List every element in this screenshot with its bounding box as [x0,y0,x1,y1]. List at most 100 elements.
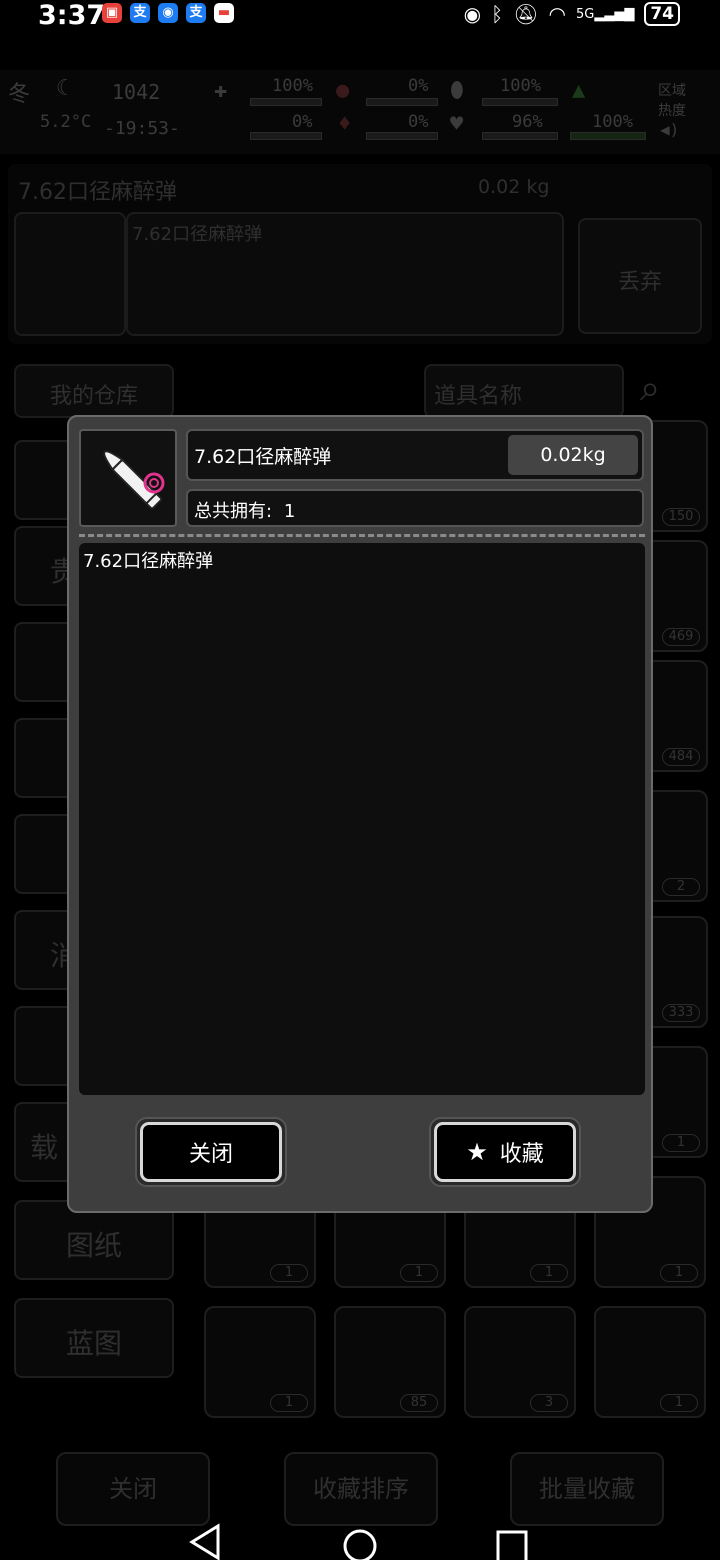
inventory-item[interactable]: 85 [334,1306,446,1418]
inventory-item[interactable]: 3 [464,1306,576,1418]
discard-button[interactable]: 丢弃 [578,218,702,334]
item-weight: 0.02kg [508,435,638,475]
item-count: 1 [270,1394,308,1412]
inventory-item[interactable]: 1 [204,1306,316,1418]
batch-favorite-label: 批量收藏 [539,1475,635,1503]
item-count: 1 [530,1264,568,1282]
status-indicators: ◉ ᛒ 🔕︎ ◠ 5G▂▃▅▇ 74 [464,2,680,26]
alipay-icon: 支 [130,3,150,23]
search-placeholder: 道具名称 [434,384,523,409]
game-hud: 冬 ☾ 5.2°C 1042 -19:53- ✚ 100% 0% ● 0% ♦ … [0,70,720,154]
clock-top: 1042 [112,80,161,104]
item-count: 469 [662,628,700,646]
owned-label: 总共拥有: [194,501,273,522]
thirst-bar [366,132,438,140]
battery-indicator: 74 [644,2,680,26]
back-icon [189,1523,220,1560]
home-icon [343,1529,377,1560]
item-detail-weight: 0.02 kg [478,176,550,198]
pill-icon: ⬮ [450,78,464,103]
status-bar: 3:37 ▣ 支 ◉ 支 ▬ ◉ ᛒ 🔕︎ ◠ 5G▂▃▅▇ 74 [0,0,720,40]
stomach-icon: ● [336,78,350,103]
area-label: 区域 [658,83,686,99]
item-count: 85 [400,1394,438,1412]
inventory-item[interactable]: 1 [594,1306,706,1418]
side-tab-blueprint[interactable]: 蓝图 [14,1298,174,1378]
item-detail-desc: 7.62口径麻醉弹 [132,224,263,245]
clock-bottom: -19:53- [104,118,180,139]
health-bar [250,98,322,106]
health-value: 100% [272,76,313,96]
app-notification-icon: ▣ [102,3,122,23]
signal-icon: 5G▂▃▅▇ [575,6,635,22]
item-description: 7.62口径麻醉弹 [83,551,214,572]
temperature-label: 5.2°C [40,112,92,132]
health-sub-value: 0% [292,112,313,132]
item-count: 484 [662,748,700,766]
search-input[interactable]: 道具名称 [424,364,624,418]
item-detail-panel: 7.62口径麻醉弹 0.02 kg 7.62口径麻醉弹 丢弃 [8,164,712,344]
close-button-label: 关闭 [188,1142,233,1167]
pill-bar [482,98,558,106]
item-detail-icon [14,212,126,336]
mail-app-icon: ▬ [214,3,234,23]
fuel-value: 100% [592,112,633,132]
divider [79,534,645,537]
owned-count: 1 [283,501,296,522]
item-name: 7.62口径麻醉弹 [194,446,332,468]
item-count: 1 [400,1264,438,1282]
medkit-icon: ✚ [214,78,228,103]
item-count: 1 [660,1394,698,1412]
favorite-button[interactable]: ★ 收藏 [429,1117,581,1187]
item-detail-title: 7.62口径麻醉弹 [18,180,177,205]
item-count: 1 [660,1264,698,1282]
heart-icon: ♥ [450,112,464,137]
fuel-bar [570,132,646,140]
navigation-bar [0,1520,720,1560]
hunger-bar [366,98,438,106]
item-icon-frame [79,429,177,527]
alipay-icon: 支 [186,3,206,23]
thirst-value: 0% [408,112,429,132]
item-count: 150 [662,508,700,526]
search-icon[interactable]: ⌕ [640,368,660,410]
bottom-close-button[interactable]: 关闭 [56,1452,210,1526]
side-tab-label: 蓝图 [65,1327,122,1360]
tranquilizer-bullet-icon [103,450,165,510]
status-time: 3:37 [38,0,106,31]
wifi-icon: ◠ [548,2,566,26]
moon-icon: ☾ [56,76,70,101]
heart-bar [482,132,558,140]
health-sub-bar [250,132,322,140]
side-tab-label: 图纸 [65,1229,122,1262]
item-name-box: 7.62口径麻醉弹 0.02kg [186,429,644,481]
close-button[interactable]: 关闭 [135,1117,287,1187]
season-label: 冬 [8,82,31,107]
hunger-value: 0% [408,76,429,96]
item-detail-modal: 7.62口径麻醉弹 0.02kg 总共拥有: 1 7.62口径麻醉弹 关闭 ★ … [67,415,653,1213]
notification-icons: ▣ 支 ◉ 支 ▬ [102,3,234,23]
blood-drop-icon: ♦ [338,112,352,137]
item-count: 333 [662,1004,700,1022]
recents-icon [496,1530,528,1560]
nav-icons [189,1523,528,1560]
favorite-button-label: 收藏 [499,1142,544,1167]
eye-icon: ◉ [463,2,482,26]
volume-icon: ◀) [660,120,680,139]
favorite-button-inner: ★ 收藏 [434,1122,576,1182]
flask-icon: ▲ [572,78,586,103]
item-description-box: 7.62口径麻醉弹 [79,543,645,1095]
batch-favorite-button[interactable]: 批量收藏 [510,1452,664,1526]
sort-favorites-button[interactable]: 收藏排序 [284,1452,438,1526]
warehouse-tab-label: 我的仓库 [49,384,138,409]
heat-label: 热度 [658,103,686,119]
discard-label: 丢弃 [617,270,662,295]
item-count: 2 [662,878,700,896]
bluetooth-icon: ᛒ [491,2,504,26]
warehouse-tab[interactable]: 我的仓库 [14,364,174,418]
pill-value: 100% [500,76,541,96]
owned-count-text: 总共拥有: 1 [194,497,295,523]
heart-value: 96% [512,112,543,132]
item-detail-desc-box: 7.62口径麻醉弹 [126,212,564,336]
owned-count-box: 总共拥有: 1 [186,489,644,527]
